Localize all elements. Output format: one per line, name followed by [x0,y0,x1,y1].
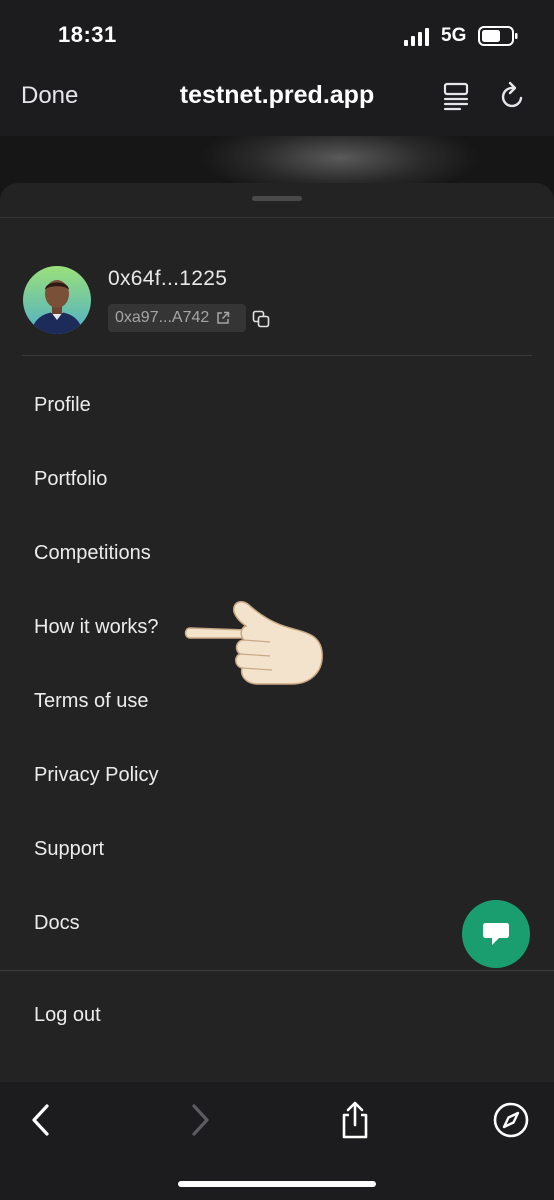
back-icon[interactable] [21,1100,61,1140]
network-label: 5G [441,25,467,46]
menu-item-privacy-policy[interactable]: Privacy Policy [34,764,158,787]
logout-button[interactable]: Log out [34,1004,101,1027]
reader-mode-icon[interactable] [440,80,472,112]
menu-item-docs[interactable]: Docs [34,912,80,935]
external-link-icon[interactable] [216,311,230,325]
chat-icon [483,923,509,945]
share-icon[interactable] [335,1100,375,1140]
divider [22,355,532,356]
menu-item-profile[interactable]: Profile [34,394,91,417]
menu-item-how-it-works[interactable]: How it works? [34,616,158,639]
wallet-name: 0x64f...1225 [108,267,228,290]
forward-icon[interactable] [180,1100,220,1140]
home-indicator [178,1181,376,1187]
divider [0,970,554,971]
menu-item-terms-of-use[interactable]: Terms of use [34,690,148,713]
chat-button[interactable] [462,900,530,968]
status-time: 18:31 [58,22,117,47]
signal-icon [404,28,429,46]
divider [0,217,554,218]
compass-icon[interactable] [491,1100,531,1140]
battery-icon [478,26,518,46]
pointing-hand-emoji [184,601,323,685]
wallet-address: 0xa97...A742 [115,309,210,326]
copy-icon[interactable] [252,310,270,328]
browser-header: Done testnet.pred.app [0,66,554,136]
menu-item-competitions[interactable]: Competitions [34,542,151,565]
drag-handle[interactable] [252,196,302,201]
menu-item-portfolio[interactable]: Portfolio [34,468,107,491]
address-chip[interactable]: 0xa97...A742 [108,304,246,332]
menu-item-support[interactable]: Support [34,838,104,861]
avatar [23,266,91,334]
reload-icon[interactable] [497,80,529,112]
status-bar: 18:31 5G [0,0,554,66]
